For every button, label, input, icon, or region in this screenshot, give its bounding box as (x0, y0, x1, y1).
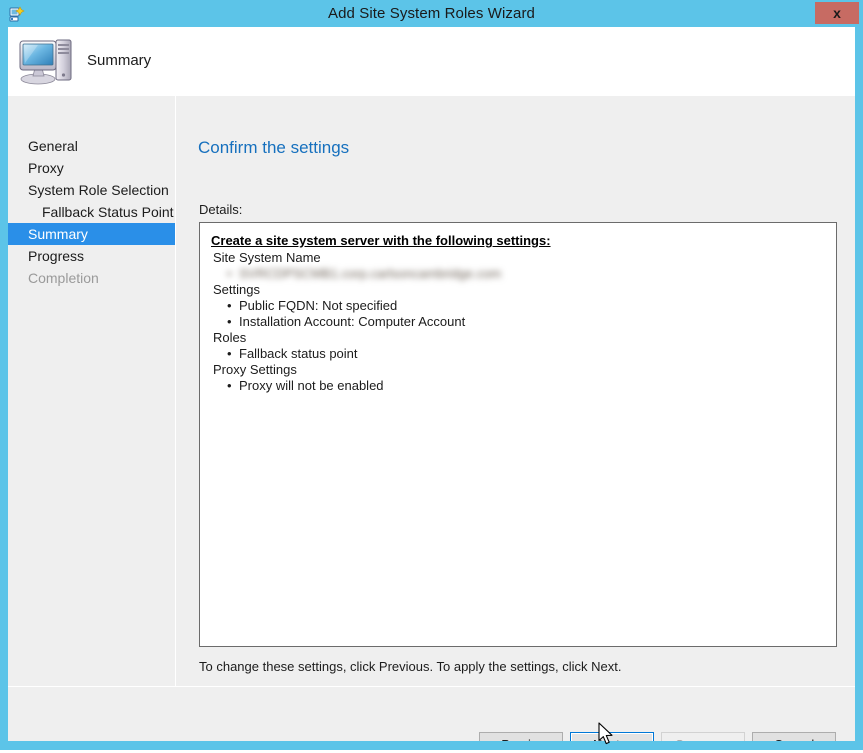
details-box[interactable]: Create a site system server with the fol… (199, 222, 837, 647)
sidebar-item-fallback-status-point[interactable]: Fallback Status Point (8, 201, 175, 223)
hint-text: To change these settings, click Previous… (199, 659, 622, 674)
details-item-public-fqdn: Public FQDN: Not specified (211, 298, 830, 314)
details-item-proxy: Proxy will not be enabled (211, 378, 830, 394)
client-area: Summary General Proxy System Role Select… (8, 27, 855, 741)
page-title: Confirm the settings (198, 138, 350, 157)
details-content: Create a site system server with the fol… (211, 233, 830, 394)
details-item-installation-account: Installation Account: Computer Account (211, 314, 830, 330)
sidebar-item-completion: Completion (28, 270, 99, 286)
details-heading: Create a site system server with the fol… (211, 233, 551, 248)
header-title: Summary (87, 52, 152, 69)
summary-button: Summary (661, 732, 745, 741)
cancel-button[interactable]: Cancel (752, 732, 836, 741)
button-bar: < Previous Next > Summary Cancel (8, 687, 855, 741)
details-group: Roles (213, 330, 247, 345)
window-title: Add Site System Roles Wizard (327, 5, 536, 22)
main-panel: Confirm the settings Details: Create a s… (177, 96, 855, 741)
sidebar-item-progress[interactable]: Progress (8, 245, 175, 267)
close-icon[interactable]: x (815, 2, 859, 24)
title-bar: Add Site System Roles Wizard x (0, 0, 863, 27)
wizard-header: Summary (8, 27, 855, 96)
sidebar-item-general[interactable]: General (8, 135, 175, 157)
details-item-site-system-name: SVRCDPSCMB1.corp.carlsoncambridge.com (211, 266, 830, 282)
wizard-sidebar: General Proxy System Role Selection Fall… (8, 96, 176, 741)
sidebar-item-proxy[interactable]: Proxy (8, 157, 175, 179)
details-label: Details: (199, 202, 243, 217)
wizard-window: Add Site System Roles Wizard x Summary G… (0, 0, 863, 750)
computer-icon (18, 34, 74, 86)
details-group: Site System Name (213, 250, 321, 265)
details-item-fallback-status-point: Fallback status point (211, 346, 830, 362)
details-group: Settings (213, 282, 260, 297)
next-button[interactable]: Next > (570, 732, 654, 741)
sidebar-item-system-role-selection[interactable]: System Role Selection (8, 179, 175, 201)
details-group: Proxy Settings (213, 362, 297, 377)
sidebar-item-summary[interactable]: Summary (8, 223, 175, 245)
previous-button[interactable]: < Previous (479, 732, 563, 741)
